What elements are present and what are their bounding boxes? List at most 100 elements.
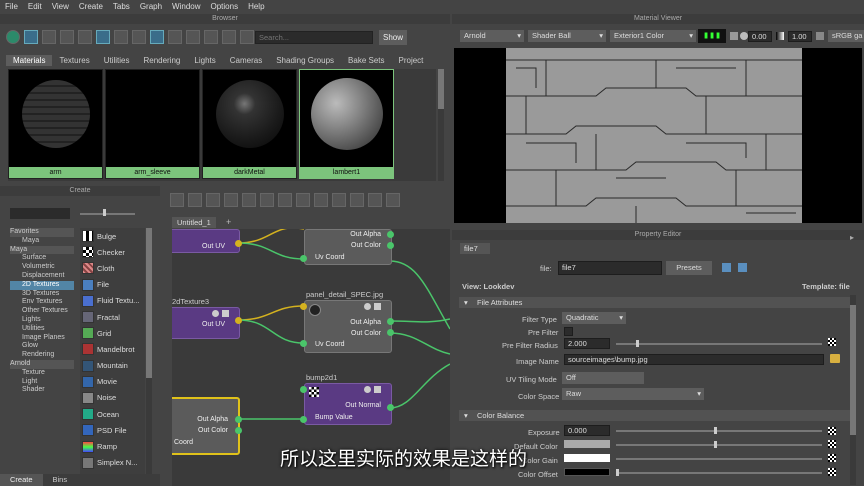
tree-item[interactable]: Maya [10,245,74,255]
color-mgmt-icon[interactable] [816,32,824,40]
tab-lights[interactable]: Lights [187,55,222,66]
add-selected-icon[interactable] [242,193,256,207]
default-color-slider[interactable] [616,444,822,446]
file-attributes-section[interactable]: ▾ File Attributes [459,297,850,308]
show-button[interactable]: Show [379,30,407,45]
node-name-field[interactable]: file7 [558,261,662,275]
uv-tiling-select[interactable]: Off [562,372,644,384]
tree-item[interactable]: Arnold [10,359,74,369]
graph-output-icon[interactable] [206,193,220,207]
grid-toggle-icon[interactable] [386,193,400,207]
pre-filter-radius-slider[interactable] [616,343,822,345]
map-button-icon[interactable] [828,454,836,462]
texture-item-mountain[interactable]: Mountain [80,358,145,374]
image-name-field[interactable]: sourceimages\bump.jpg [564,354,824,365]
port-in-left[interactable] [300,386,307,393]
menu-create[interactable]: Create [74,2,108,11]
property-node-tab[interactable]: file7 [460,243,490,254]
material-preview[interactable] [454,48,862,223]
tree-item[interactable]: Volumetric [10,263,74,272]
port-out-alpha[interactable] [387,231,394,238]
full-mode-icon[interactable] [332,193,346,207]
view-mode-icon[interactable] [24,30,38,44]
place2d-node-2[interactable]: Out UV [172,307,240,339]
grid-large-icon[interactable] [96,30,110,44]
port-uv-coord[interactable] [300,340,307,347]
env-select[interactable]: Exterior1 Color ▾ [610,30,696,42]
pause-icon[interactable] [730,32,738,40]
clear-graph-icon[interactable] [224,193,238,207]
default-color-knob[interactable] [714,441,717,448]
port-out-color[interactable] [387,329,394,336]
tree-item[interactable]: Other Textures [10,307,74,316]
tree-item[interactable]: Env Textures [10,298,74,307]
swatch-icon[interactable] [114,30,128,44]
grid-medium-icon[interactable] [78,30,92,44]
sort-reverse-icon[interactable] [204,30,218,44]
port-out-uv[interactable] [235,317,242,324]
menu-graph[interactable]: Graph [135,2,167,11]
property-scrollbar[interactable] [850,295,856,485]
tree-item[interactable]: Light [10,378,74,387]
texture-item-file[interactable]: File [80,277,145,293]
texture-scrollbar[interactable] [146,228,152,474]
pre-filter-radius-knob[interactable] [636,340,639,347]
tab-materials[interactable]: Materials [6,55,53,66]
tab-textures[interactable]: Textures [52,55,96,66]
color-offset-knob[interactable] [616,469,619,476]
map-button-icon[interactable] [828,338,836,346]
tree-item[interactable]: Surface [10,254,74,263]
node-list-icon[interactable] [374,303,381,310]
create-size-slider[interactable] [80,213,135,215]
texture-item-psd[interactable]: PSD File [80,422,145,438]
graph-tab[interactable]: Untitled_1 [172,217,216,228]
port-out-color[interactable] [387,242,394,249]
tab-bins[interactable]: Bins [43,474,78,486]
menu-view[interactable]: View [47,2,74,11]
color-space-select[interactable]: Raw ▾ [562,388,704,400]
tree-item[interactable]: Shader [10,386,74,395]
menu-file[interactable]: File [0,2,23,11]
custom-mode-icon[interactable] [350,193,364,207]
port-out-alpha[interactable] [387,318,394,325]
sort-type-icon[interactable] [168,30,182,44]
menu-window[interactable]: Window [167,2,205,11]
port-out-uv[interactable] [235,240,242,247]
template-label[interactable]: Template: file [802,282,850,291]
pre-filter-checkbox[interactable] [564,327,573,336]
tab-bake-sets[interactable]: Bake Sets [341,55,391,66]
color-offset-slider[interactable] [616,472,822,474]
menu-tabs[interactable]: Tabs [108,2,135,11]
tree-item[interactable]: Lights [10,316,74,325]
colorspace-select[interactable]: sRGB ga [828,30,864,42]
filter-icon[interactable] [222,30,236,44]
create-filter-field[interactable] [10,208,70,219]
texture-item-mandelbrot[interactable]: Mandelbrot [80,341,145,357]
texture-item-fractal[interactable]: Fractal [80,309,145,325]
color-offset-swatch[interactable] [564,468,610,476]
bump-node[interactable]: Out Normal Bump Value [304,383,392,425]
port-out-normal[interactable] [387,404,394,411]
texture-item-movie[interactable]: Movie [80,374,145,390]
tree-item[interactable]: Rendering [10,351,74,360]
texture-item-checker[interactable]: Checker [80,244,145,260]
graph-io-icon[interactable] [188,193,202,207]
texture-item-bulge[interactable]: Bulge [80,228,145,244]
port-uv-coord[interactable] [300,255,307,262]
material-swatch-dark-metal[interactable]: darkMetal [202,69,297,179]
color-gain-slider[interactable] [616,458,822,460]
layout-icon[interactable] [278,193,292,207]
remove-selected-icon[interactable] [260,193,274,207]
renderer-select[interactable]: Arnold ▾ [460,30,524,42]
tab-rendering[interactable]: Rendering [136,55,187,66]
color-gain-swatch[interactable] [564,454,610,462]
port-in-left[interactable] [300,303,307,310]
browser-search-input[interactable] [255,31,373,44]
menu-options[interactable]: Options [206,2,244,11]
folder-icon[interactable] [830,354,840,363]
color-balance-section[interactable]: ▾ Color Balance [459,410,850,421]
refresh-icon[interactable] [132,30,146,44]
search-icon[interactable] [368,193,382,207]
tab-project[interactable]: Project [392,55,431,66]
tree-item[interactable]: Favorites [10,228,74,237]
